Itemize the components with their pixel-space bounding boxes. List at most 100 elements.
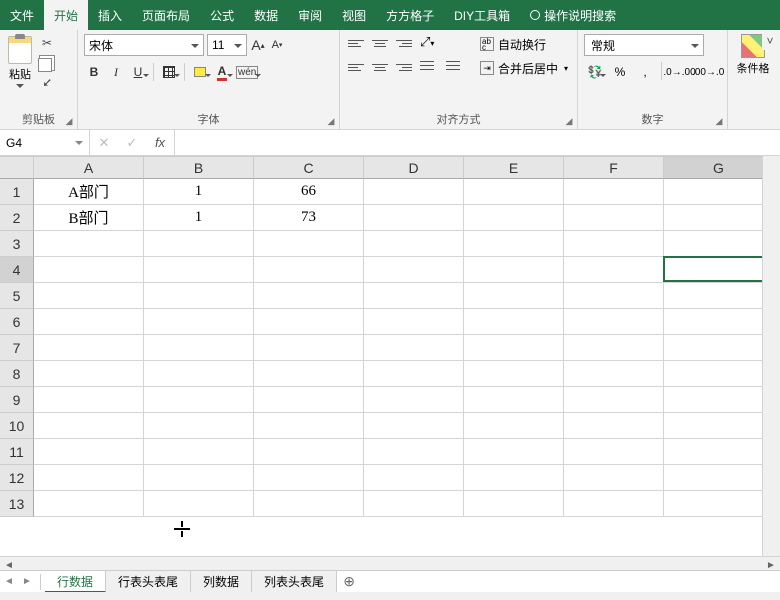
cell-D12[interactable] — [364, 465, 464, 491]
formula-enter-button[interactable]: ✓ — [118, 135, 146, 151]
sheet-nav-prev[interactable]: ► — [18, 576, 36, 587]
cell-B6[interactable] — [144, 309, 254, 335]
column-header-F[interactable]: F — [564, 157, 664, 179]
formula-input[interactable] — [175, 130, 780, 155]
cell-B10[interactable] — [144, 413, 254, 439]
cell-A3[interactable] — [34, 231, 144, 257]
cell-B7[interactable] — [144, 335, 254, 361]
cell-F8[interactable] — [564, 361, 664, 387]
menu-file[interactable]: 文件 — [0, 0, 44, 30]
row-header-1[interactable]: 1 — [0, 179, 34, 205]
cell-G5[interactable] — [664, 283, 774, 309]
cell-E13[interactable] — [464, 491, 564, 517]
cell-B9[interactable] — [144, 387, 254, 413]
cell-D5[interactable] — [364, 283, 464, 309]
sheet-nav-first[interactable]: ◄ — [0, 576, 18, 587]
cell-F9[interactable] — [564, 387, 664, 413]
align-center-button[interactable] — [370, 58, 390, 76]
orientation-button[interactable]: ⤢▾ — [418, 34, 436, 52]
increase-indent-button[interactable] — [444, 58, 466, 76]
cut-button[interactable] — [38, 36, 56, 52]
cell-B8[interactable] — [144, 361, 254, 387]
cell-D9[interactable] — [364, 387, 464, 413]
cell-G2[interactable] — [664, 205, 774, 231]
row-header-13[interactable]: 13 — [0, 491, 34, 517]
cell-E7[interactable] — [464, 335, 564, 361]
cell-G9[interactable] — [664, 387, 774, 413]
cell-D10[interactable] — [364, 413, 464, 439]
cell-A2[interactable]: B部门 — [34, 205, 144, 231]
cell-D2[interactable] — [364, 205, 464, 231]
cell-A6[interactable] — [34, 309, 144, 335]
accounting-format-button[interactable]: 💱 — [584, 62, 606, 82]
cell-D6[interactable] — [364, 309, 464, 335]
underline-button[interactable]: U — [128, 62, 148, 82]
cell-G10[interactable] — [664, 413, 774, 439]
cell-G4[interactable] — [664, 257, 774, 283]
row-header-9[interactable]: 9 — [0, 387, 34, 413]
sheet-tab-3[interactable]: 列表头表尾 — [252, 571, 337, 593]
decrease-decimal-button[interactable]: .00→.0 — [695, 62, 721, 82]
menu-page-layout[interactable]: 页面布局 — [132, 0, 200, 30]
cell-E11[interactable] — [464, 439, 564, 465]
formula-cancel-button[interactable]: ✕ — [90, 135, 118, 151]
cell-F6[interactable] — [564, 309, 664, 335]
cell-E1[interactable] — [464, 179, 564, 205]
sheet-tab-2[interactable]: 列数据 — [191, 571, 252, 593]
cell-E12[interactable] — [464, 465, 564, 491]
cell-E5[interactable] — [464, 283, 564, 309]
percent-format-button[interactable]: % — [609, 62, 631, 82]
cell-B12[interactable] — [144, 465, 254, 491]
cell-C12[interactable] — [254, 465, 364, 491]
cell-C13[interactable] — [254, 491, 364, 517]
cell-A13[interactable] — [34, 491, 144, 517]
cell-D3[interactable] — [364, 231, 464, 257]
select-all-corner[interactable] — [0, 157, 34, 179]
add-sheet-button[interactable]: ⊕ — [337, 573, 361, 590]
cell-B3[interactable] — [144, 231, 254, 257]
decrease-font-button[interactable]: A▾ — [269, 35, 285, 55]
cell-B1[interactable]: 1 — [144, 179, 254, 205]
cell-E6[interactable] — [464, 309, 564, 335]
fill-color-button[interactable] — [190, 62, 210, 82]
cell-G1[interactable] — [664, 179, 774, 205]
row-header-11[interactable]: 11 — [0, 439, 34, 465]
cell-B2[interactable]: 1 — [144, 205, 254, 231]
menu-view[interactable]: 视图 — [332, 0, 376, 30]
increase-decimal-button[interactable]: .0→.00 — [667, 62, 693, 82]
row-header-10[interactable]: 10 — [0, 413, 34, 439]
cell-G12[interactable] — [664, 465, 774, 491]
cell-B4[interactable] — [144, 257, 254, 283]
menu-review[interactable]: 审阅 — [288, 0, 332, 30]
menu-data[interactable]: 数据 — [244, 0, 288, 30]
font-name-combo[interactable]: 宋体 — [84, 34, 204, 56]
cell-B5[interactable] — [144, 283, 254, 309]
cell-C7[interactable] — [254, 335, 364, 361]
cell-F4[interactable] — [564, 257, 664, 283]
menu-insert[interactable]: 插入 — [88, 0, 132, 30]
cell-G3[interactable] — [664, 231, 774, 257]
format-painter-button[interactable] — [38, 76, 56, 92]
cell-G7[interactable] — [664, 335, 774, 361]
cell-G8[interactable] — [664, 361, 774, 387]
cell-F2[interactable] — [564, 205, 664, 231]
cell-C1[interactable]: 66 — [254, 179, 364, 205]
menu-help-search[interactable]: 操作说明搜索 — [520, 0, 626, 30]
cell-C10[interactable] — [254, 413, 364, 439]
cell-E4[interactable] — [464, 257, 564, 283]
row-header-12[interactable]: 12 — [0, 465, 34, 491]
sheet-tab-0[interactable]: 行数据 — [45, 571, 106, 593]
cell-F11[interactable] — [564, 439, 664, 465]
align-right-button[interactable] — [394, 58, 414, 76]
font-color-button[interactable]: A — [212, 62, 232, 82]
cell-B11[interactable] — [144, 439, 254, 465]
number-launcher[interactable]: ◢ — [713, 115, 725, 127]
cell-C5[interactable] — [254, 283, 364, 309]
column-header-D[interactable]: D — [364, 157, 464, 179]
cell-F1[interactable] — [564, 179, 664, 205]
cell-G13[interactable] — [664, 491, 774, 517]
cell-A1[interactable]: A部门 — [34, 179, 144, 205]
cell-C3[interactable] — [254, 231, 364, 257]
ribbon-expand-button[interactable]: ˅ — [762, 34, 778, 50]
number-format-combo[interactable]: 常规 — [584, 34, 704, 56]
